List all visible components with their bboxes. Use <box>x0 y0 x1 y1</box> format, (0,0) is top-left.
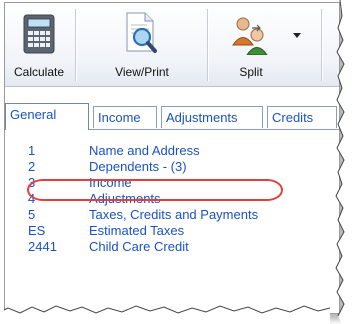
form-link[interactable]: Estimated Taxes <box>89 223 184 238</box>
toolbar: Calculate View/Print Split <box>5 3 339 87</box>
tab-general[interactable]: General <box>5 103 89 130</box>
form-link[interactable]: Name and Address <box>89 143 200 158</box>
tab-general-label: General <box>10 107 57 122</box>
calculate-button[interactable]: Calculate <box>5 3 73 85</box>
toolbar-separator <box>75 9 76 81</box>
torn-edge-bottom <box>0 305 331 324</box>
split-button[interactable]: Split <box>209 3 319 85</box>
highlight-oval <box>27 179 283 201</box>
form-code: 1 <box>28 143 36 158</box>
chevron-down-icon[interactable] <box>293 33 301 39</box>
tab-adjustments[interactable]: Adjustments <box>161 106 263 128</box>
tab-income-label: Income <box>98 110 141 125</box>
view-print-button[interactable]: View/Print <box>77 3 207 85</box>
tab-credits[interactable]: Credits <box>267 106 337 128</box>
form-code: ES <box>28 223 46 238</box>
calculate-label: Calculate <box>13 65 65 79</box>
form-code: 2 <box>28 159 36 174</box>
form-code: 5 <box>28 207 36 222</box>
calculator-icon <box>23 14 55 54</box>
toolbar-separator <box>207 9 208 81</box>
form-code: 2441 <box>28 239 57 254</box>
tab-credits-label: Credits <box>272 110 314 125</box>
split-users-icon <box>232 17 268 55</box>
view-print-label: View/Print <box>115 65 169 79</box>
form-link[interactable]: Taxes, Credits and Payments <box>89 207 258 222</box>
toolbar-separator <box>321 9 322 81</box>
torn-edge-right <box>335 0 356 324</box>
form-link[interactable]: Child Care Credit <box>89 239 189 254</box>
form-link[interactable]: Dependents - (3) <box>89 159 187 174</box>
tab-income[interactable]: Income <box>93 106 157 128</box>
view-print-icon <box>126 12 157 53</box>
tab-bar: General Income Adjustments Credits <box>5 99 339 130</box>
split-label: Split <box>239 65 263 79</box>
tax-forms-window: Calculate View/Print Split General Incom… <box>4 2 340 314</box>
tab-adjustments-label: Adjustments <box>166 110 238 125</box>
